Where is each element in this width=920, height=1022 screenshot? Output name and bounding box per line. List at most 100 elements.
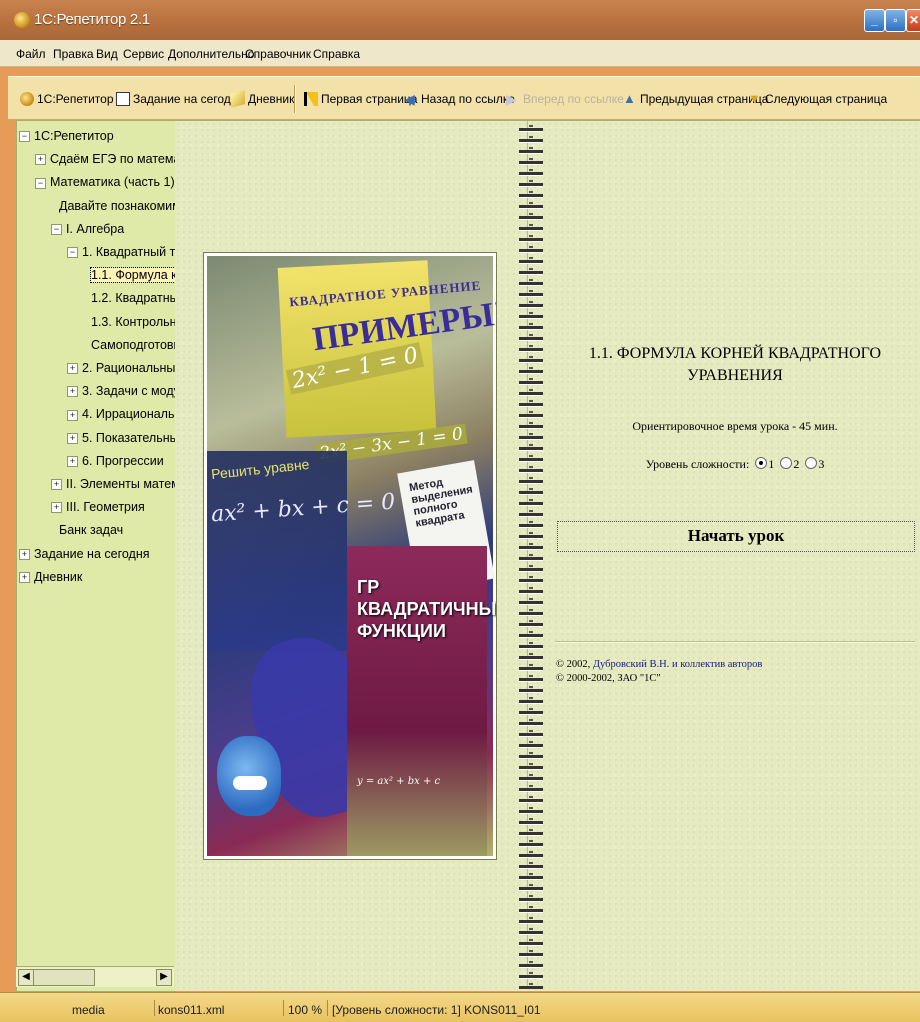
cover-dark-sheet	[207, 451, 347, 651]
first-page-icon	[304, 92, 318, 106]
difficulty-radio-1[interactable]	[755, 457, 768, 469]
difficulty-option-3: 3	[818, 457, 825, 471]
scroll-left-button[interactable]: ◀	[18, 969, 34, 986]
tree-item[interactable]: Давайте познакомим	[51, 196, 176, 216]
status-mode: media	[72, 1003, 105, 1017]
scroll-thumb[interactable]	[33, 969, 95, 986]
home-button[interactable]: 1С:Репетитор	[20, 91, 114, 107]
tree-item[interactable]: + Сдаём ЕГЭ по математи	[35, 149, 175, 169]
expand-icon[interactable]: +	[67, 432, 78, 444]
expand-icon[interactable]: +	[51, 479, 62, 491]
collapse-icon[interactable]: −	[67, 247, 78, 259]
tree-item[interactable]: + II. Элементы математ	[51, 474, 175, 494]
home-icon	[20, 92, 34, 106]
home-label: 1С:Репетитор	[37, 92, 114, 106]
divider	[555, 641, 915, 643]
back-arrow-icon: ◀	[404, 91, 415, 107]
tree-item[interactable]: +2. Рациональные	[67, 358, 176, 378]
tree-item-label: Сдаём ЕГЭ по математи	[50, 152, 175, 167]
tree-item[interactable]: −1С:Репетитор	[19, 126, 114, 146]
authors-link[interactable]: Дубровский В.Н. и коллектив авторов	[593, 659, 762, 670]
tree-item[interactable]: +5. Показательные	[67, 428, 175, 448]
difficulty-label: Уровень сложности:	[645, 457, 750, 471]
first-page-label: Первая страница	[321, 92, 418, 106]
tree-item[interactable]: +4. Иррациональны	[67, 404, 175, 424]
next-page-label: Следующая страница	[765, 92, 888, 106]
tree-item-label: 1.1. Формула кс	[89, 267, 175, 284]
start-lesson-button[interactable]: Начать урок	[557, 521, 915, 552]
menu-file[interactable]: Файл	[16, 47, 46, 61]
forward-button[interactable]: ▶ Вперед по ссылке	[506, 91, 624, 107]
tree-item[interactable]: 1.3. Контрольна	[83, 312, 176, 332]
expand-icon[interactable]: +	[67, 363, 78, 375]
collapse-icon[interactable]: −	[51, 224, 62, 235]
difficulty-radio-3[interactable]	[805, 457, 818, 469]
today-task-label: Задание на сегодня	[133, 92, 244, 106]
tree-item-label: 1.2. Квадратны	[91, 291, 176, 306]
copyright-year: © 2002,	[556, 659, 593, 670]
close-button[interactable]: ✕	[906, 9, 920, 32]
tree-item-label: I. Алгебра	[66, 221, 125, 236]
title-bar[interactable]: 1С:Репетитор 2.1 _ ▫ ✕	[0, 0, 920, 40]
difficulty-option-1: 1	[768, 457, 775, 471]
menu-view[interactable]: Вид	[96, 47, 118, 61]
menu-edit[interactable]: Правка	[53, 47, 94, 61]
menu-additional[interactable]: Дополнительно	[168, 47, 254, 61]
cover-red-title: ГР КВАДРАТИЧНЫЕ ФУНКЦИИ	[357, 577, 497, 641]
next-page-button[interactable]: ▼ Следующая страница	[748, 91, 887, 107]
tree-item-label: Математика (часть 1)	[50, 175, 175, 190]
tree-item[interactable]: Банк задач	[51, 520, 123, 540]
tree-item-label: 4. Иррациональны	[82, 407, 175, 422]
forward-label: Вперед по ссылке	[523, 92, 624, 106]
prev-page-button[interactable]: ▲ Предыдущая страница	[623, 91, 768, 107]
scroll-right-button[interactable]: ▶	[156, 969, 172, 986]
menu-help[interactable]: Справка	[313, 47, 360, 61]
diary-button[interactable]: Дневник	[231, 90, 294, 108]
tree-item[interactable]: 1.1. Формула кс	[83, 265, 175, 285]
tree-horizontal-scrollbar[interactable]: ◀ ▶	[16, 966, 174, 987]
tree-item-label: 6. Прогрессии	[82, 453, 164, 468]
tree-item-label: 1С:Репетитор	[34, 129, 114, 143]
tree-item-label: 2. Рациональные	[82, 361, 176, 375]
tree-item[interactable]: + Дневник	[19, 567, 82, 587]
expand-icon[interactable]: +	[19, 548, 30, 560]
tree-item[interactable]: −1. Квадратный тре	[67, 242, 176, 262]
first-page-button[interactable]: Первая страница	[304, 91, 417, 107]
tree-item[interactable]: +3. Задачи с модуля	[67, 381, 175, 401]
status-zoom: 100 %	[288, 1003, 323, 1017]
expand-icon[interactable]: +	[67, 409, 78, 421]
mascot-eyes	[233, 776, 267, 790]
difficulty-radio-2[interactable]	[780, 457, 793, 469]
tree-item-label: Банк задач	[59, 523, 124, 538]
collapse-icon[interactable]: −	[35, 177, 46, 189]
expand-icon[interactable]: +	[51, 502, 62, 514]
copyright-line-1: © 2002, Дубровский В.Н. и коллектив авто…	[556, 658, 762, 672]
expand-icon[interactable]: +	[67, 386, 78, 398]
expand-icon[interactable]: +	[35, 154, 46, 166]
status-info: [Уровень сложности: 1] KONS011_I01	[332, 1003, 541, 1017]
minimize-button[interactable]: _	[864, 9, 885, 32]
tree-item-label: 1. Квадратный тре	[82, 245, 176, 259]
diary-icon	[231, 90, 245, 108]
toolbar: 1С:Репетитор Задание на сегодня Дневник …	[8, 76, 920, 120]
tree-item-label: Давайте познакомим	[59, 198, 176, 213]
menu-service[interactable]: Сервис	[123, 47, 164, 61]
tree-item[interactable]: + III. Геометрия	[51, 497, 145, 517]
today-task-button[interactable]: Задание на сегодня	[116, 91, 244, 107]
collapse-icon[interactable]: −	[19, 131, 30, 143]
tree-item-label: 1.3. Контрольна	[91, 314, 176, 329]
tree-item[interactable]: Самоподготовк	[83, 335, 175, 355]
tree-item-label: Дневник	[34, 569, 83, 584]
back-label: Назад по ссылке	[421, 92, 515, 106]
tree-item[interactable]: 1.2. Квадратны	[83, 288, 176, 308]
tree-item[interactable]: +6. Прогрессии	[67, 451, 164, 471]
expand-icon[interactable]: +	[67, 456, 78, 467]
back-button[interactable]: ◀ Назад по ссылке	[404, 91, 515, 107]
expand-icon[interactable]: +	[19, 572, 30, 583]
tree-item[interactable]: + Задание на сегодня	[19, 544, 150, 564]
maximize-button[interactable]: ▫	[885, 9, 906, 32]
tree-item[interactable]: − I. Алгебра	[51, 219, 124, 239]
menu-reference[interactable]: Справочник	[245, 47, 311, 61]
up-arrow-icon: ▲	[623, 91, 636, 106]
tree-item[interactable]: − Математика (часть 1)	[35, 172, 175, 192]
